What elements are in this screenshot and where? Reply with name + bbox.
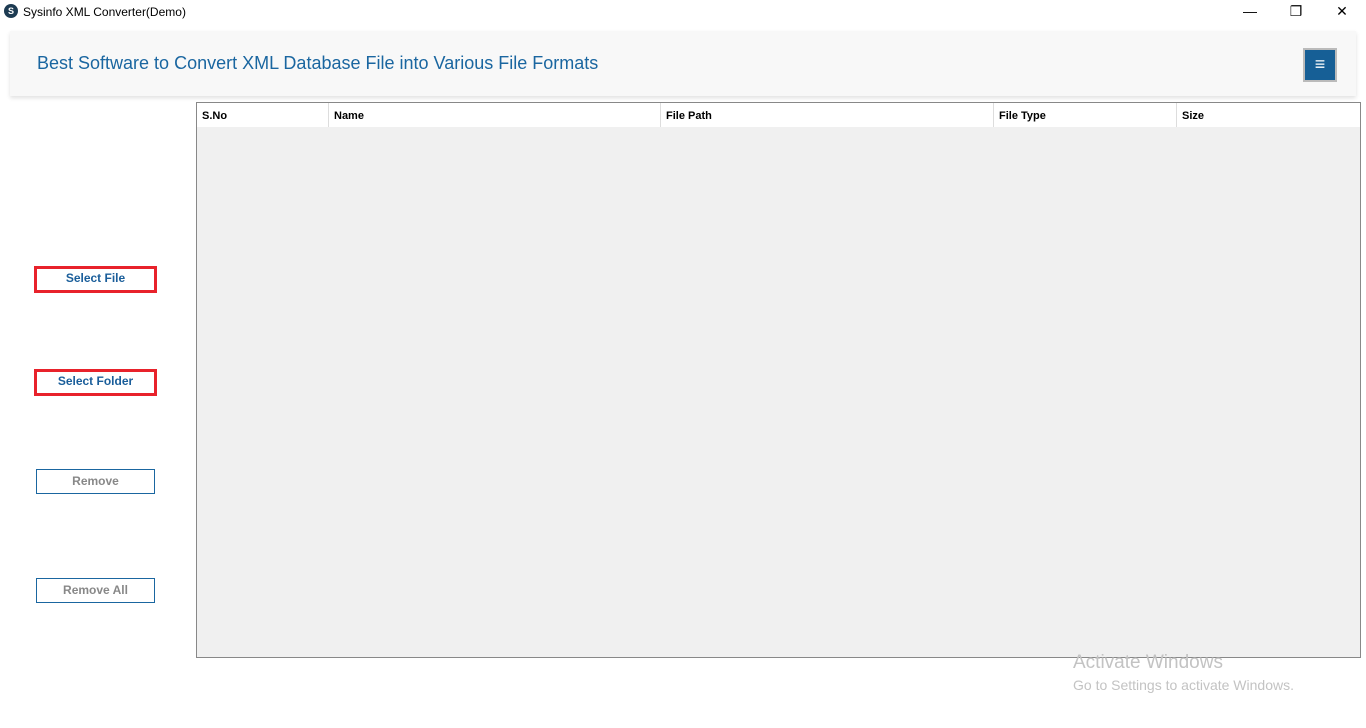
select-file-button[interactable]: Select File — [34, 266, 157, 293]
column-file-type[interactable]: File Type — [994, 103, 1177, 127]
table-header: S.No Name File Path File Type Size — [197, 103, 1360, 127]
menu-button[interactable]: ≡ — [1303, 48, 1337, 82]
column-file-path[interactable]: File Path — [661, 103, 994, 127]
close-button[interactable]: ✕ — [1319, 0, 1365, 24]
header-banner: Best Software to Convert XML Database Fi… — [10, 31, 1356, 96]
restore-button[interactable]: ❐ — [1273, 0, 1319, 24]
remove-button[interactable]: Remove — [36, 469, 155, 494]
hamburger-icon: ≡ — [1315, 54, 1326, 74]
file-table[interactable]: S.No Name File Path File Type Size — [196, 102, 1361, 658]
minimize-button[interactable]: — — [1227, 0, 1273, 24]
app-logo-icon: S — [4, 4, 18, 18]
column-size[interactable]: Size — [1177, 103, 1360, 127]
column-name[interactable]: Name — [329, 103, 661, 127]
column-sno[interactable]: S.No — [197, 103, 329, 127]
remove-all-button[interactable]: Remove All — [36, 578, 155, 603]
activation-watermark-text: Go to Settings to activate Windows. — [1073, 677, 1294, 693]
activation-watermark-title: Activate Windows — [1073, 652, 1223, 674]
page-title: Best Software to Convert XML Database Fi… — [37, 53, 598, 74]
window-title: Sysinfo XML Converter(Demo) — [23, 5, 186, 19]
select-folder-button[interactable]: Select Folder — [34, 369, 157, 396]
title-bar: S Sysinfo XML Converter(Demo) — ❐ ✕ — [0, 0, 1366, 24]
